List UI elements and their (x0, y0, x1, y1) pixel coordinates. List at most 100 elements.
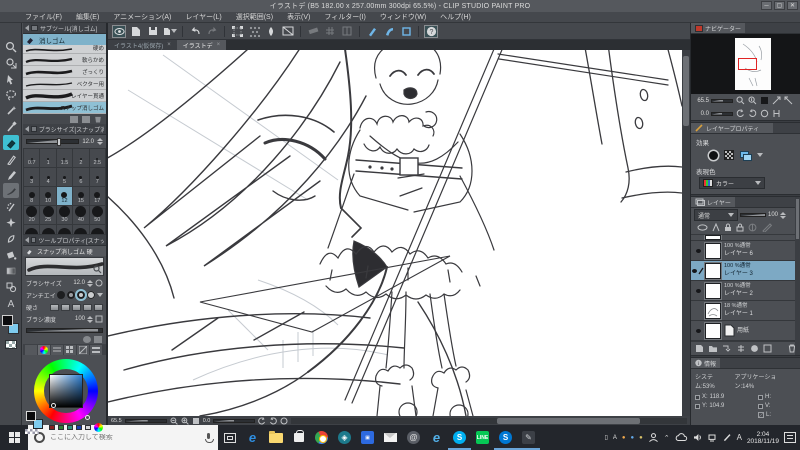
zoom-tool[interactable] (3, 39, 19, 54)
size-cell-selected[interactable]: 12 (56, 187, 73, 205)
eye-icon[interactable] (695, 328, 701, 333)
rotate-left-icon[interactable] (735, 109, 745, 119)
brush-tool[interactable] (2, 183, 19, 198)
density-slider[interactable] (26, 327, 103, 333)
size-cell[interactable]: 17 (89, 187, 105, 205)
antialias-weak[interactable] (67, 291, 75, 299)
canvas-vertical-scrollbar[interactable] (682, 50, 690, 416)
ruler-icon[interactable] (306, 25, 320, 38)
frame-border-icon[interactable] (281, 25, 295, 38)
menu-window[interactable]: ウィンドウ(W) (373, 12, 433, 22)
size-cell[interactable]: 4 (40, 168, 56, 186)
fit-to-screen-icon[interactable] (192, 417, 200, 425)
layer-row-selected[interactable]: 100 %通常 レイヤー 3 (691, 261, 800, 281)
swatch-teal[interactable] (67, 425, 73, 430)
navigator-tab[interactable]: ナビゲーター (691, 23, 746, 33)
pen-tool[interactable] (3, 151, 19, 166)
layer-tab[interactable]: レイヤー (691, 197, 735, 207)
tone-effect-icon[interactable] (724, 150, 734, 160)
hardness-step[interactable] (94, 303, 103, 311)
hardness-step[interactable] (50, 303, 59, 311)
snap-ruler-icon[interactable] (365, 25, 379, 38)
clip-to-layer-icon[interactable] (697, 223, 708, 232)
size-cell[interactable]: 3 (24, 168, 40, 186)
liquify-icon[interactable] (264, 25, 278, 38)
brush-size-title-bar[interactable]: ブラシサイズ[スナップ消しゴム] (23, 124, 106, 135)
zoom-out-icon[interactable] (170, 417, 178, 425)
layer-thumbnail[interactable] (704, 261, 722, 280)
hue-cursor[interactable] (85, 415, 90, 420)
mask-icon[interactable] (750, 344, 759, 353)
brush-size-slider[interactable] (26, 138, 80, 146)
dynamics-icon[interactable] (95, 279, 103, 287)
minimize-button[interactable]: ─ (761, 1, 772, 10)
save-icon[interactable] (146, 25, 160, 38)
canvas-zoom-slider[interactable] (124, 418, 167, 423)
new-layer-icon[interactable] (695, 344, 704, 353)
decoration-tool[interactable] (3, 215, 19, 230)
brush-size-stepper[interactable] (97, 138, 103, 145)
scrollbar-thumb[interactable] (683, 56, 689, 126)
color-slider-tab[interactable] (51, 345, 63, 355)
taskbar-skype[interactable]: S (448, 425, 471, 450)
taskbar-line[interactable]: LINE (471, 425, 494, 450)
set-as-draft-icon[interactable] (712, 223, 720, 232)
guide-icon[interactable] (340, 25, 354, 38)
color-mixer-icon[interactable] (94, 423, 103, 432)
eraser-tool[interactable] (2, 135, 19, 150)
lasso-select-tool[interactable] (3, 87, 19, 102)
layer-row[interactable]: 100 %通常 レイヤー 2 (691, 281, 800, 301)
taskbar-clip-studio[interactable]: ✎ (517, 425, 540, 450)
action-center-icon[interactable] (784, 432, 796, 443)
size-cell[interactable]: 6 (73, 168, 89, 186)
pencil-tool[interactable] (3, 167, 19, 182)
v-checkbox[interactable] (758, 403, 763, 409)
pen-tray-icon[interactable] (723, 433, 732, 442)
reset-rotation-icon[interactable] (280, 417, 288, 425)
actual-size-icon[interactable] (759, 96, 769, 106)
doc-tab-inactive[interactable]: イラスト4(仮保存) × (108, 40, 177, 50)
hardness-step[interactable] (61, 303, 70, 311)
layer-color-icon[interactable] (740, 150, 752, 161)
menu-animation[interactable]: アニメーション(A) (106, 12, 178, 22)
transform-icon[interactable] (230, 25, 244, 38)
collapse-tab[interactable] (25, 345, 37, 355)
speaker-icon[interactable] (693, 433, 703, 442)
antialias-strong[interactable] (87, 291, 95, 299)
collapse-arrow-icon[interactable] (25, 25, 29, 31)
subtool-item[interactable]: ざっくり (23, 66, 106, 78)
fill-tool[interactable] (3, 247, 19, 262)
size-cell[interactable]: 50 (89, 206, 105, 224)
ime-mode-icon[interactable]: A (737, 433, 742, 442)
taskbar-clock[interactable]: 2:04 2018/11/19 (747, 431, 779, 445)
subtool-item[interactable]: 硬め (23, 45, 106, 54)
size-cell[interactable]: 1.5 (56, 149, 73, 167)
opacity-stepper[interactable] (780, 211, 787, 219)
snap-grid-icon[interactable] (399, 25, 413, 38)
collapse-arrow-icon[interactable] (25, 126, 29, 132)
layer-list-scrollbar[interactable] (795, 197, 800, 355)
redo-icon[interactable] (205, 25, 219, 38)
reset-rotation-icon[interactable] (759, 109, 769, 119)
taskbar-internet-explorer[interactable]: e (425, 425, 448, 450)
subtool-item-selected[interactable]: スナップ消しゴム (23, 102, 106, 114)
size-cell[interactable]: 2 (73, 149, 89, 167)
open-file-icon[interactable] (163, 25, 177, 38)
trash-icon[interactable] (95, 116, 101, 123)
tray-badge-icon[interactable]: ▯ (605, 434, 608, 441)
size-cell[interactable]: 2.5 (89, 149, 105, 167)
layer-thumbnail[interactable] (704, 281, 722, 300)
tray-wallet-icon[interactable]: ● (639, 435, 643, 441)
y-checkbox[interactable] (695, 403, 700, 409)
size-cell[interactable]: 0.7 (24, 149, 40, 167)
size-cell[interactable]: 8 (24, 187, 40, 205)
size-cell[interactable] (89, 225, 105, 234)
register-subtool-icon[interactable] (70, 115, 78, 123)
zoom-in-icon[interactable] (747, 96, 757, 106)
size-cell[interactable] (40, 225, 56, 234)
size-cell[interactable] (24, 225, 40, 234)
navigator-view-rect[interactable] (738, 58, 757, 70)
maximize-button[interactable]: ▢ (774, 1, 785, 10)
collapse-arrow-icon[interactable] (25, 237, 29, 243)
task-view-button[interactable] (218, 425, 241, 450)
